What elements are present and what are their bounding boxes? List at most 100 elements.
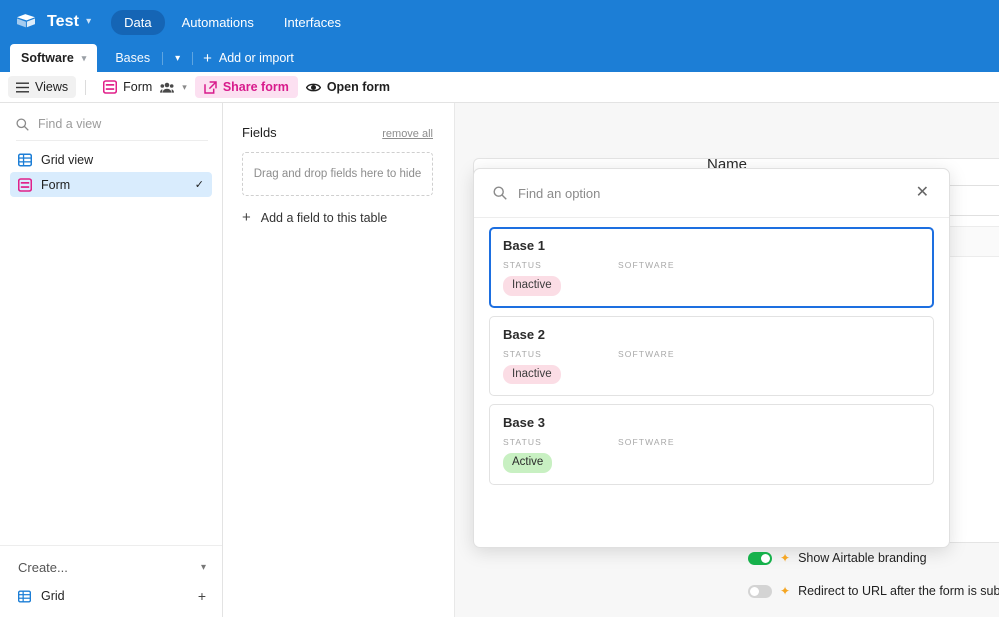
add-or-import-button[interactable]: + Add or import	[203, 51, 294, 66]
field-dropzone-text: Drag and drop fields here to hide	[253, 168, 422, 180]
toggle-knob	[750, 586, 759, 596]
divider	[162, 51, 164, 65]
search-icon	[493, 186, 507, 200]
toggle-row-branding: ✦ Show Airtable branding	[748, 546, 999, 570]
open-form-label: Open form	[326, 80, 391, 94]
sidebar-item-form[interactable]: Form ✓	[10, 172, 212, 197]
views-button[interactable]: Views	[8, 76, 77, 98]
show-branding-toggle[interactable]	[748, 551, 772, 565]
people-icon	[160, 82, 175, 93]
form-view-icon	[18, 177, 32, 192]
status-badge: Active	[503, 453, 553, 473]
divider	[192, 51, 194, 65]
record-field-label: STATUS	[503, 260, 542, 270]
record-field-label: SOFTWARE	[618, 437, 675, 448]
table-tab-strip: Software ▾ Bases ▾ + Add or import	[0, 44, 999, 72]
sidebar-item-label: Grid view	[41, 152, 94, 167]
fields-panel-header: Fields remove all	[223, 103, 454, 140]
status-badge: Inactive	[503, 364, 561, 385]
plus-icon[interactable]: +	[198, 588, 206, 604]
record-option-base-2[interactable]: Base 2 STATUS Inactive SOFTWARE	[489, 315, 934, 397]
sparkle-icon: ✦	[780, 551, 791, 565]
record-field-status: STATUS Inactive	[503, 349, 618, 385]
record-fields: STATUS Inactive SOFTWARE	[503, 349, 920, 385]
airtable-cube-icon	[14, 10, 38, 34]
record-fields: STATUS Active SOFTWARE	[503, 437, 920, 473]
record-field-software: SOFTWARE	[618, 437, 675, 473]
form-view-icon	[103, 80, 118, 94]
base-name[interactable]: Test	[47, 13, 79, 31]
modal-search-row[interactable]: Find an option ✕	[474, 169, 949, 218]
close-icon[interactable]: ✕	[913, 183, 932, 203]
app-root: Test ▾ Data Automations Interfaces Softw…	[0, 0, 999, 617]
current-view-button[interactable]: Form ▾	[95, 76, 195, 98]
share-form-button[interactable]: Share form	[194, 76, 298, 98]
modal-search-placeholder: Find an option	[518, 185, 601, 201]
remove-all-link[interactable]: remove all	[382, 128, 433, 140]
record-field-label: STATUS	[503, 348, 542, 359]
chevron-down-icon[interactable]: ▾	[182, 82, 187, 93]
fields-panel-title: Fields	[242, 125, 277, 140]
tab-strip-right: Bases ▾ + Add or import	[97, 44, 294, 72]
grid-view-icon	[18, 153, 32, 166]
topnav-item-data[interactable]: Data	[111, 9, 165, 35]
find-view-placeholder: Find a view	[38, 117, 102, 131]
check-icon: ✓	[194, 179, 204, 191]
record-list: Base 1 STATUS Inactive SOFTWARE Base 2 S…	[474, 218, 949, 547]
redirect-url-toggle[interactable]	[748, 584, 772, 598]
chevron-down-icon[interactable]: ▾	[169, 53, 186, 64]
divider	[85, 79, 87, 95]
record-field-label: SOFTWARE	[618, 348, 675, 359]
topnav-item-automations[interactable]: Automations	[169, 10, 267, 35]
status-badge: Inactive	[503, 276, 561, 296]
record-field-software: SOFTWARE	[618, 349, 675, 385]
redirect-url-label: Redirect to URL after the form is submit…	[798, 584, 999, 598]
view-toolbar: Views Form ▾ Share form Open form	[0, 72, 999, 103]
create-section-header[interactable]: Create... ▾	[0, 554, 222, 581]
chevron-down-icon[interactable]: ▾	[201, 562, 206, 573]
show-branding-label: Show Airtable branding	[798, 551, 927, 565]
add-field-button[interactable]: + Add a field to this table	[242, 210, 454, 225]
record-option-base-3[interactable]: Base 3 STATUS Active SOFTWARE	[489, 404, 934, 485]
record-fields: STATUS Inactive SOFTWARE	[503, 260, 920, 296]
add-field-label: Add a field to this table	[260, 210, 388, 225]
record-name: Base 2	[503, 326, 545, 342]
add-or-import-label: Add or import	[218, 51, 294, 65]
plus-icon: +	[242, 209, 251, 226]
views-sidebar: Find a view Grid view Form ✓ Create... ▾…	[0, 103, 223, 617]
record-field-status: STATUS Active	[503, 437, 618, 473]
record-field-software: SOFTWARE	[618, 260, 675, 296]
plus-icon: +	[203, 49, 212, 67]
topnav-item-interfaces[interactable]: Interfaces	[271, 10, 354, 35]
toggle-row-redirect: ✦ Redirect to URL after the form is subm…	[748, 579, 999, 603]
eye-icon	[305, 83, 321, 91]
sidebar-item-grid-view[interactable]: Grid view	[10, 147, 212, 172]
views-label: Views	[35, 80, 69, 94]
sidebar-footer: Create... ▾ Grid +	[0, 545, 222, 617]
open-form-button[interactable]: Open form	[298, 76, 398, 98]
sparkle-icon: ✦	[780, 584, 791, 598]
create-grid-label: Grid	[41, 589, 65, 603]
fields-panel: Fields remove all Drag and drop fields h…	[223, 103, 455, 617]
form-settings-toggles: ✦ Show Airtable branding ✦ Redirect to U…	[748, 546, 999, 612]
find-view-search[interactable]: Find a view	[16, 117, 208, 141]
create-grid-row[interactable]: Grid +	[0, 581, 222, 607]
table-tab-software[interactable]: Software ▾	[10, 44, 98, 72]
record-name: Base 1	[503, 238, 545, 253]
hamburger-icon	[16, 82, 29, 92]
top-bar: Test ▾ Data Automations Interfaces	[0, 0, 999, 44]
table-tab-label: Software	[21, 51, 74, 65]
share-form-label: Share form	[222, 80, 289, 94]
record-field-label: SOFTWARE	[618, 260, 675, 270]
chevron-down-icon[interactable]: ▾	[82, 53, 87, 64]
current-view-label: Form	[123, 80, 153, 94]
record-name: Base 3	[503, 415, 545, 431]
field-dropzone[interactable]: Drag and drop fields here to hide	[242, 152, 433, 196]
create-label: Create...	[18, 560, 68, 575]
toggle-knob	[761, 553, 770, 563]
sidebar-item-label: Form	[41, 177, 71, 192]
chevron-down-icon[interactable]: ▾	[86, 17, 91, 27]
record-field-label: STATUS	[503, 437, 542, 448]
bases-tab[interactable]: Bases	[109, 51, 156, 65]
record-option-base-1[interactable]: Base 1 STATUS Inactive SOFTWARE	[489, 227, 934, 308]
